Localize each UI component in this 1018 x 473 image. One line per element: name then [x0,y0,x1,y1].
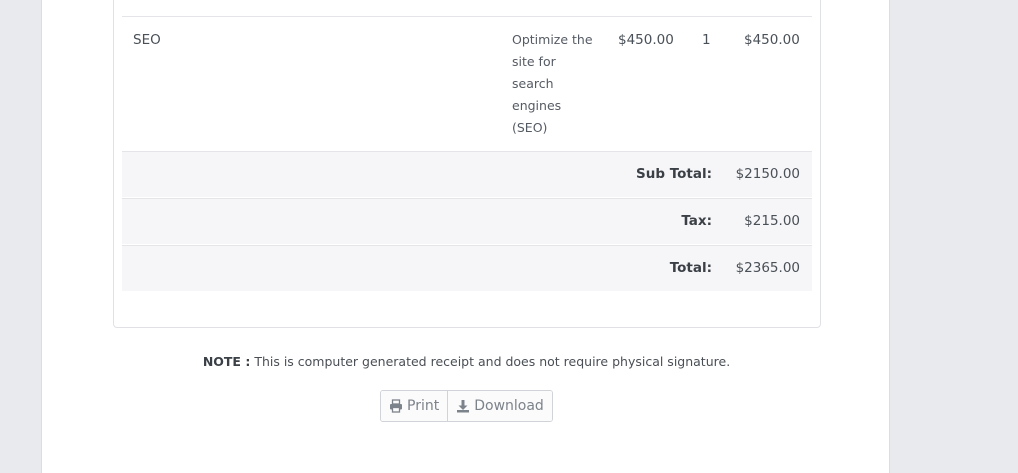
note-label: NOTE : [202,354,251,369]
subtotal-value: $2150.00 [735,166,800,182]
print-label: Print [407,398,440,414]
total-label: Total: [669,260,712,276]
subtotal-row: Sub Total: $2150.00 [122,151,812,197]
total-row: Total: $2365.00 [122,245,812,291]
subtotal-label: Sub Total: [636,166,712,182]
download-button[interactable]: Download [447,391,552,421]
print-button[interactable]: Print [381,391,448,421]
printer-icon [389,399,403,413]
note-text: This is computer generated receipt and d… [254,354,731,369]
item-amount: $450.00 [744,32,800,48]
action-button-group: Print Download [380,390,553,422]
download-icon [456,399,470,413]
table-divider [122,16,812,17]
download-label: Download [474,398,544,414]
item-name: SEO [133,32,161,48]
tax-row: Tax: $215.00 [122,198,812,244]
item-price: $450.00 [618,32,674,48]
tax-value: $215.00 [744,213,800,229]
item-description: Optimize the site for search engines (SE… [512,32,593,135]
invoice-page: SEO Optimize the site for search engines… [41,0,890,473]
invoice-card: SEO Optimize the site for search engines… [113,0,821,328]
total-value: $2365.00 [735,260,800,276]
tax-label: Tax: [681,213,712,229]
receipt-note: NOTE : This is computer generated receip… [42,354,891,369]
item-quantity: 1 [702,32,711,48]
